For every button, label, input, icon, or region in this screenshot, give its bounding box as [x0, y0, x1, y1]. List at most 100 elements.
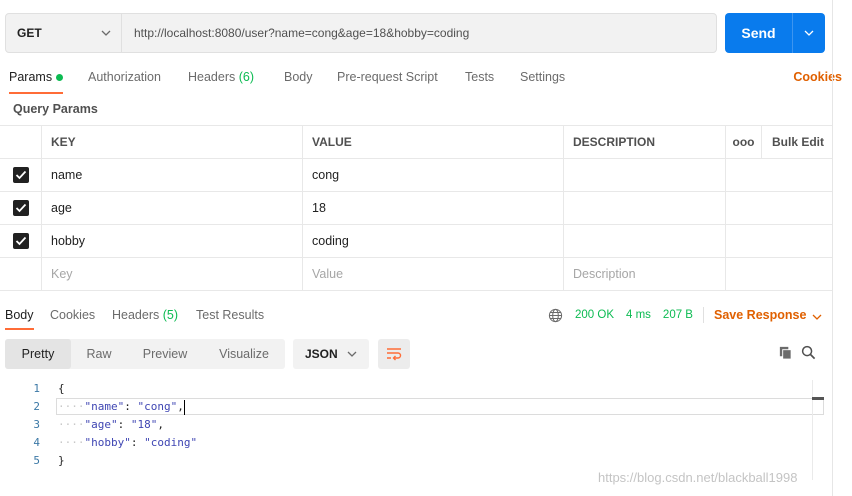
- tab-pre-request-script[interactable]: Pre-request Script: [337, 62, 438, 92]
- response-tab-headers[interactable]: Headers (5): [112, 300, 178, 330]
- row-checkbox-cell: [0, 159, 42, 191]
- param-description-input[interactable]: [564, 192, 726, 224]
- view-pretty[interactable]: Pretty: [5, 339, 71, 369]
- search-icon[interactable]: [801, 345, 816, 363]
- format-label: JSON: [305, 347, 338, 361]
- json-key: "age": [84, 418, 118, 431]
- tab-params-label: Params: [9, 70, 53, 84]
- editor-scrollbar-thumb[interactable]: [812, 397, 824, 400]
- tab-params[interactable]: Params: [9, 62, 64, 94]
- table-row: hobby coding: [0, 225, 832, 258]
- response-tab-cookies[interactable]: Cookies: [50, 300, 95, 330]
- code-line: 2 ····"name": "cong",: [0, 398, 820, 416]
- line-number: 5: [33, 454, 40, 467]
- row-checkbox[interactable]: [12, 200, 29, 216]
- row-checkbox[interactable]: [12, 167, 29, 183]
- response-size: 207 B: [662, 309, 693, 321]
- table-row: age 18: [0, 192, 832, 225]
- globe-icon[interactable]: [548, 308, 563, 323]
- param-description-input[interactable]: [564, 225, 726, 257]
- param-key-input[interactable]: age: [42, 192, 303, 224]
- json-key: "name": [84, 400, 125, 413]
- editor-scrollbar[interactable]: [812, 380, 824, 480]
- code-text: ····"name": "cong",: [58, 399, 186, 415]
- params-active-dot: [56, 74, 64, 82]
- param-value-input[interactable]: cong: [303, 159, 564, 191]
- param-key-input[interactable]: name: [42, 159, 303, 191]
- view-visualize[interactable]: Visualize: [203, 339, 285, 369]
- column-description: DESCRIPTION: [564, 126, 726, 158]
- checkmark-icon: [15, 170, 26, 180]
- save-response-button[interactable]: Save Response: [714, 300, 822, 330]
- param-value-input[interactable]: coding: [303, 225, 564, 257]
- json-value: "18": [130, 418, 158, 431]
- response-time: 4 ms: [626, 309, 651, 321]
- new-key-input[interactable]: Key: [42, 258, 303, 290]
- json-sep: :: [117, 418, 131, 431]
- params-table: KEY VALUE DESCRIPTION ooo Bulk Edit name…: [0, 125, 832, 291]
- view-raw[interactable]: Raw: [71, 339, 127, 369]
- code-text: ····"hobby": "coding": [58, 436, 198, 449]
- column-key: KEY: [42, 126, 303, 158]
- save-response-label: Save Response: [714, 308, 807, 322]
- code-line: 4 ····"hobby": "coding": [0, 434, 820, 452]
- row-checkbox[interactable]: [12, 233, 29, 249]
- status-code: 200 OK: [575, 309, 614, 321]
- param-key-input[interactable]: hobby: [42, 225, 303, 257]
- copy-icon[interactable]: [778, 345, 793, 363]
- bulk-edit-button[interactable]: Bulk Edit: [762, 126, 832, 158]
- chevron-down-icon: [804, 30, 814, 36]
- row-spacer: [726, 225, 832, 257]
- open-brace: {: [58, 382, 65, 395]
- method-select[interactable]: GET: [6, 14, 122, 52]
- line-number: 2: [33, 400, 40, 413]
- response-body-editor[interactable]: 1 { 2 ····"name": "cong", 3 ····"age": "…: [0, 380, 832, 480]
- tab-headers[interactable]: Headers (6): [188, 62, 254, 92]
- tab-body[interactable]: Body: [284, 62, 313, 92]
- wrap-lines-button[interactable]: [378, 339, 410, 369]
- code-line: 3 ····"age": "18",: [0, 416, 820, 434]
- more-options-button[interactable]: ooo: [726, 126, 762, 158]
- close-brace: }: [58, 454, 65, 467]
- tab-authorization[interactable]: Authorization: [88, 62, 161, 92]
- response-tabs: Body Cookies Headers (5) Test Results: [0, 300, 832, 330]
- chevron-down-icon: [347, 351, 357, 357]
- watermark: https://blog.csdn.net/blackball1998: [598, 470, 798, 485]
- new-description-input[interactable]: Description: [564, 258, 726, 290]
- format-select[interactable]: JSON: [293, 339, 369, 369]
- param-value-input[interactable]: 18: [303, 192, 564, 224]
- send-button-group: Send: [725, 13, 825, 53]
- query-params-title: Query Params: [13, 102, 98, 116]
- json-value: "coding": [144, 436, 198, 449]
- code-line: 1 {: [0, 380, 820, 398]
- checkmark-icon: [15, 203, 26, 213]
- line-number: 4: [33, 436, 40, 449]
- code-line: 5 }: [0, 452, 820, 470]
- method-label: GET: [17, 26, 42, 40]
- url-input[interactable]: http://localhost:8080/user?name=cong&age…: [122, 26, 469, 40]
- send-button[interactable]: Send: [725, 13, 793, 53]
- wrap-lines-icon: [387, 348, 402, 361]
- new-value-input[interactable]: Value: [303, 258, 564, 290]
- request-tabs: Params Authorization Headers (6) Body Pr…: [0, 62, 832, 94]
- param-description-input[interactable]: [564, 159, 726, 191]
- chevron-down-icon: [101, 30, 111, 36]
- tab-settings[interactable]: Settings: [520, 62, 565, 92]
- table-row-new: Key Value Description: [0, 258, 832, 291]
- tab-headers-label: Headers: [188, 70, 236, 84]
- response-tools: [778, 345, 816, 363]
- response-tab-body[interactable]: Body: [5, 300, 34, 330]
- code-text: }: [58, 452, 65, 470]
- cookies-link[interactable]: Cookies: [793, 62, 842, 92]
- tab-tests[interactable]: Tests: [465, 62, 494, 92]
- line-number: 1: [33, 382, 40, 395]
- view-preview[interactable]: Preview: [127, 339, 203, 369]
- chevron-down-icon: [812, 301, 822, 331]
- row-checkbox-cell: [0, 225, 42, 257]
- table-row: name cong: [0, 159, 832, 192]
- send-options-button[interactable]: [793, 13, 825, 53]
- json-key: "hobby": [84, 436, 131, 449]
- code-text: ····"age": "18",: [58, 418, 164, 431]
- response-headers-count: (5): [162, 308, 179, 322]
- response-tab-test-results[interactable]: Test Results: [196, 300, 264, 330]
